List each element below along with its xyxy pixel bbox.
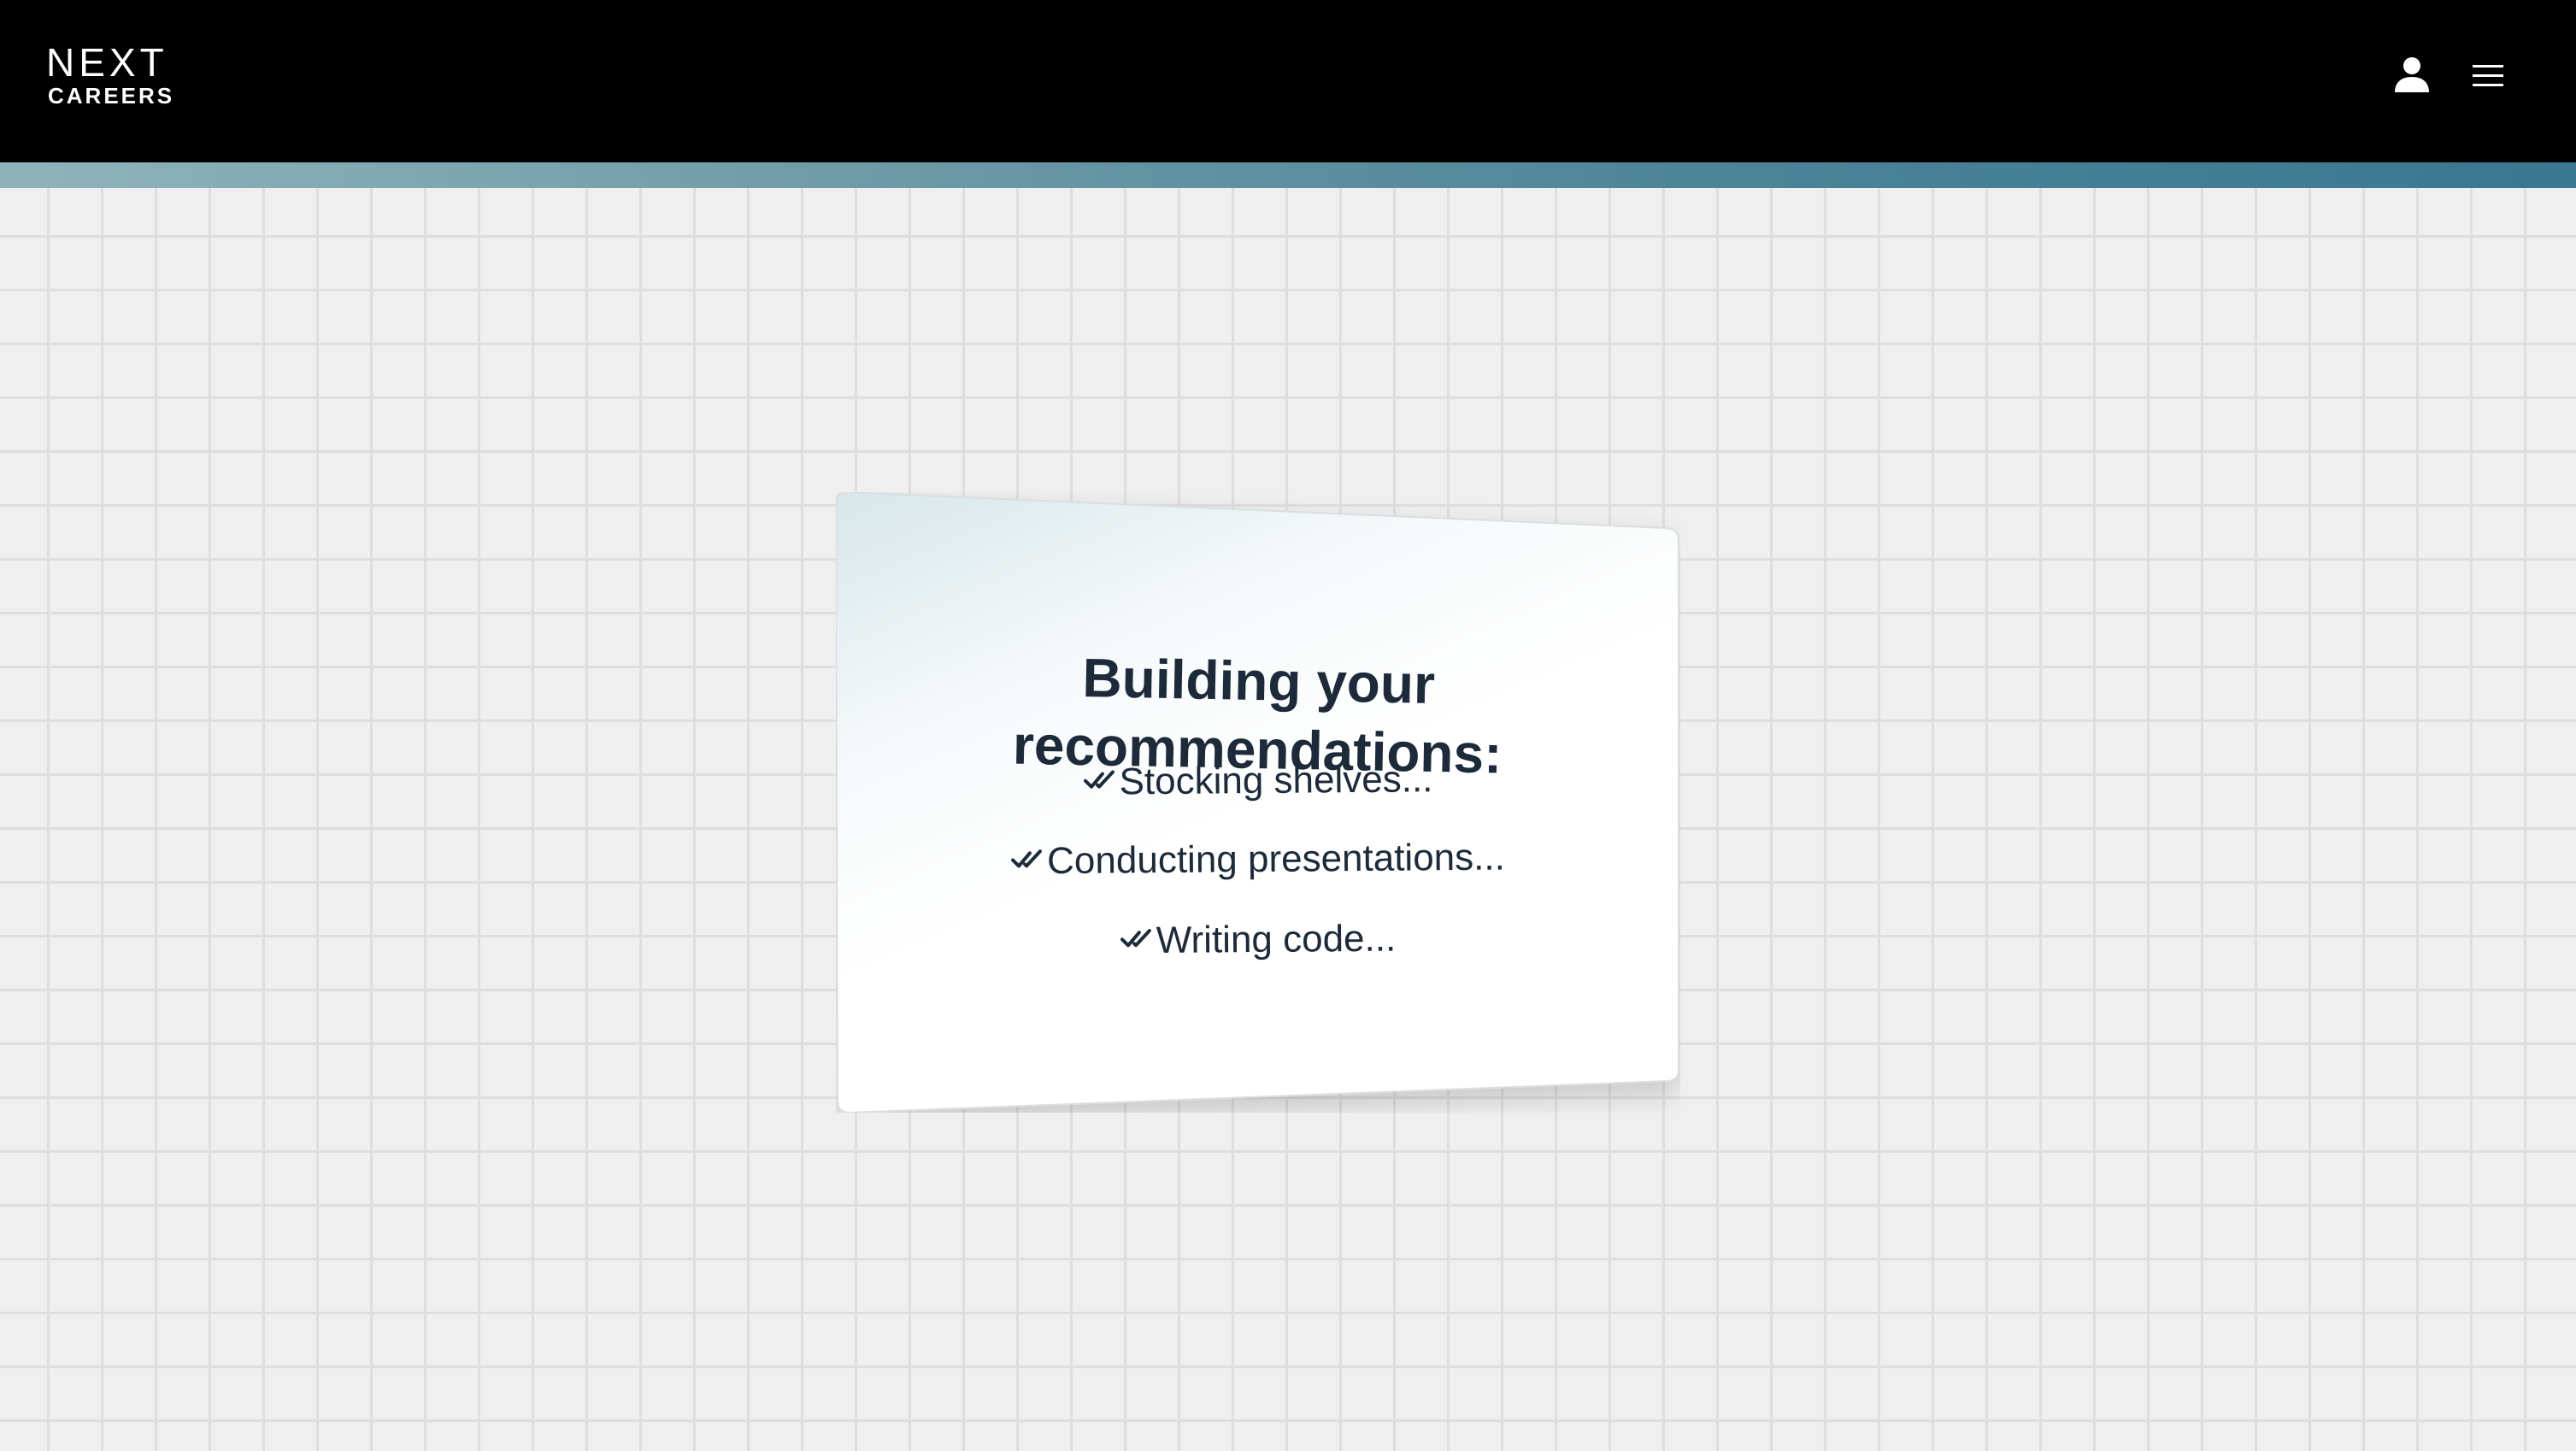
step-item-conducting-presentations: Conducting presentations... [870, 832, 1646, 887]
step-item-stocking-shelves: Stocking shelves... [870, 754, 1646, 808]
logo-sub-text: CAREERS [48, 83, 175, 109]
step-item-writing-code: Writing code... [870, 913, 1646, 967]
double-check-icon [1120, 929, 1151, 948]
top-header: NEXT CAREERS [0, 0, 2576, 162]
double-check-icon [1011, 849, 1043, 868]
loading-card: Building your recommendations: Stocking … [836, 492, 1680, 1113]
menu-button[interactable] [2469, 58, 2507, 92]
account-button[interactable] [2391, 55, 2432, 96]
accent-gradient-strip [0, 162, 2576, 188]
hamburger-menu-icon [2473, 65, 2503, 86]
step-label: Stocking shelves... [1119, 758, 1433, 803]
step-label: Writing code... [1156, 917, 1397, 962]
user-icon [2395, 57, 2429, 92]
next-careers-logo[interactable]: NEXT CAREERS [46, 40, 183, 109]
card-content: Building your recommendations: Stocking … [836, 492, 1680, 1113]
logo-main-text: NEXT [46, 40, 168, 85]
step-label: Conducting presentations... [1046, 836, 1506, 883]
double-check-icon [1083, 770, 1115, 789]
